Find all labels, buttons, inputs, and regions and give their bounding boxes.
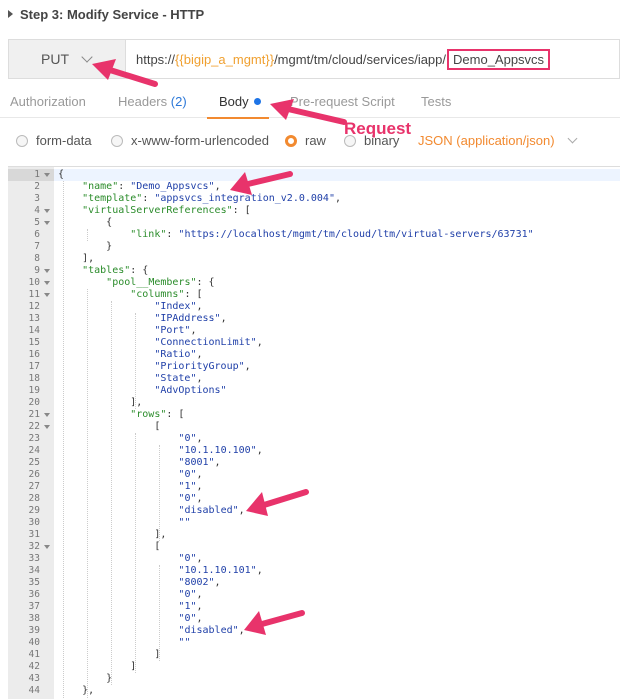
arrow-to-name-field [230, 171, 293, 195]
arrow-to-disabled-row1 [246, 489, 309, 516]
arrow-to-disabled-row2 [244, 610, 305, 635]
arrow-to-body-tab [270, 99, 347, 125]
annotation-arrows [92, 59, 347, 635]
arrow-to-method [92, 59, 158, 87]
